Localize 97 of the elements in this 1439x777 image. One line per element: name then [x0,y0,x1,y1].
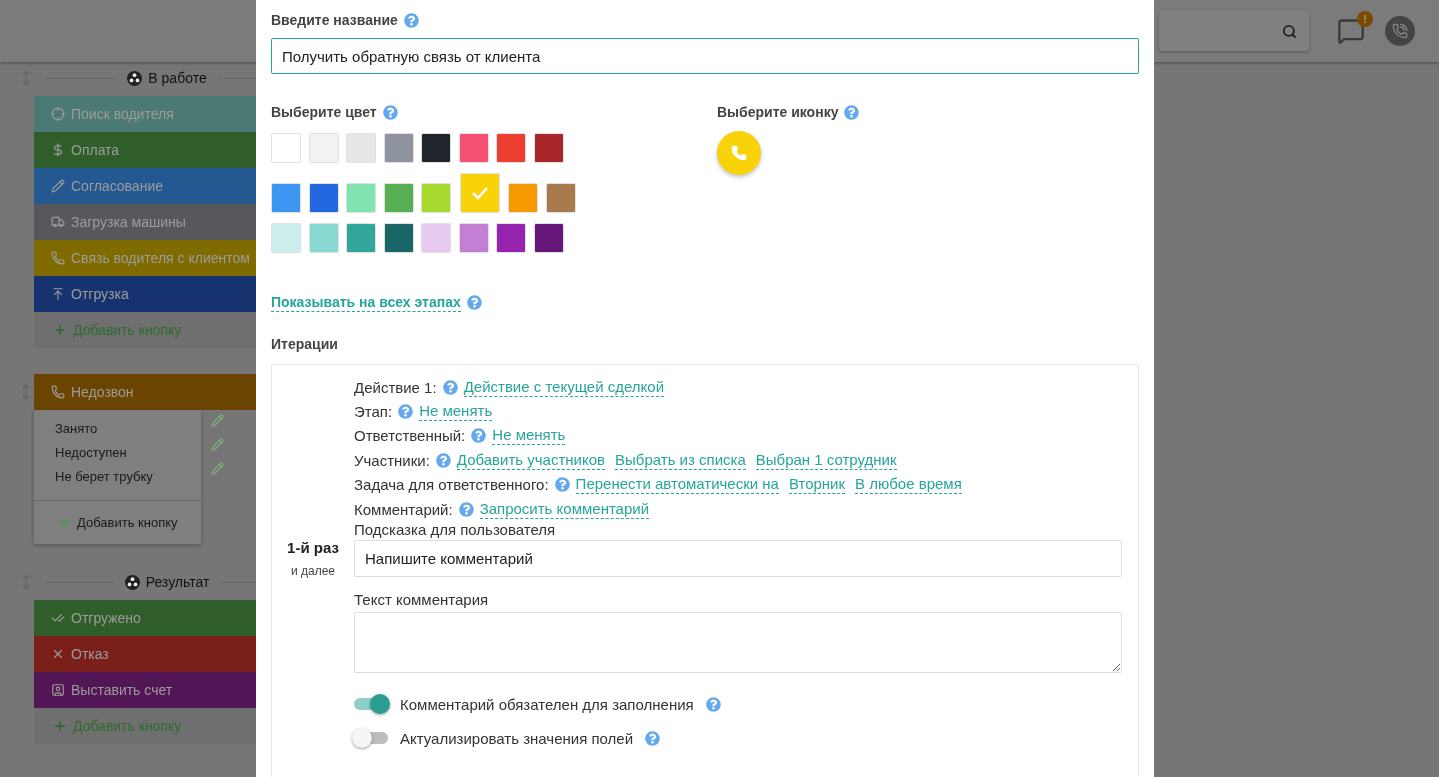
crosshair-icon [51,107,65,121]
field-label: Текст комментария [354,591,490,609]
setting-link[interactable]: Выбран 1 сотрудник [755,450,897,470]
color-swatch[interactable] [421,183,451,213]
add-button[interactable]: Добавить кнопку [34,500,201,544]
stage-title: В работе [148,70,207,86]
search-field[interactable] [1159,11,1309,51]
cross-icon [51,647,65,661]
help-icon[interactable] [705,696,721,712]
help-icon[interactable] [844,104,860,120]
color-swatch[interactable] [383,183,414,213]
setting-label: Действие 1: [354,378,437,396]
color-swatch[interactable] [545,183,576,213]
help-icon[interactable] [382,104,398,120]
notification-badge: ! [1357,11,1373,27]
color-swatch[interactable] [308,223,339,253]
help-icon[interactable] [435,452,451,468]
color-swatch[interactable] [271,133,301,163]
setting-link[interactable]: Выбрать из списка [615,450,746,470]
double-check-icon [51,611,65,625]
chat-icon[interactable] [1337,17,1365,45]
stage-dots-icon [124,574,140,590]
phone-call-button[interactable] [1385,16,1415,46]
color-swatch[interactable] [496,223,526,253]
icon-picker-button[interactable] [717,131,761,175]
stage-dots-icon [127,70,143,86]
help-icon[interactable] [645,730,661,746]
color-swatch[interactable] [308,183,339,213]
setting-link[interactable]: В любое время [855,475,962,495]
setting-label: Задача для ответственного: [354,476,549,494]
field-label: Выберите иконку [717,104,839,120]
setting-link[interactable]: Действие с текущей сделкой [463,377,665,397]
plus-icon [53,323,67,337]
pencil-icon [51,179,65,193]
help-icon[interactable] [471,428,487,444]
field-label: Введите название [271,12,398,28]
setting-label: Этап: [354,403,393,421]
setting-label: Комментарий: [354,500,453,518]
search-icon [1282,23,1297,39]
color-swatch[interactable] [383,223,414,253]
comment-textarea[interactable] [354,612,1122,674]
help-icon[interactable] [466,295,482,310]
color-swatch[interactable] [533,223,564,253]
pencil-icon[interactable] [211,462,224,475]
color-swatch[interactable] [346,183,376,213]
upload-arrow-icon [51,287,65,301]
toggle-label: Комментарий обязателен для заполнения [400,695,694,713]
truck-icon [51,215,65,229]
dropdown-option[interactable]: Не берет трубку [34,464,201,488]
show-all-stages-link[interactable]: Показывать на всех этапах [271,293,461,312]
color-swatch[interactable] [458,133,489,163]
color-swatch[interactable] [346,223,376,253]
color-swatch[interactable] [346,133,376,163]
phone-call-icon [1392,23,1408,39]
contact-card-icon [51,683,65,697]
check-icon [470,186,489,200]
help-icon[interactable] [398,404,414,420]
color-swatch[interactable] [496,133,526,163]
field-label: Подсказка для пользователя [354,521,557,539]
plus-icon [58,516,71,529]
setting-link[interactable]: Вторник [788,475,846,495]
iteration-ordinal: 1-й раз [287,539,339,556]
toggle-label: Актуализировать значения полей [400,729,634,747]
color-swatch[interactable] [508,183,538,213]
color-swatch[interactable] [421,223,451,253]
phone-icon [51,251,65,265]
help-icon[interactable] [403,12,419,28]
pencil-icon[interactable] [211,438,224,451]
setting-link[interactable]: Не менять [492,426,566,446]
plus-icon [53,719,67,733]
pencil-icon[interactable] [211,414,224,427]
color-swatch[interactable] [421,133,451,163]
setting-link[interactable]: Перенести автоматически на [575,475,779,495]
setting-link[interactable]: Запросить комментарий [479,499,650,519]
color-swatch[interactable] [308,133,339,163]
setting-link[interactable]: Не менять [419,402,493,422]
name-input[interactable]: Получить обратную связь от клиента [271,38,1139,74]
color-swatch[interactable] [459,173,500,213]
dollar-icon [51,143,65,157]
help-icon[interactable] [458,501,474,517]
color-swatch[interactable] [458,223,489,253]
setting-link[interactable]: Добавить участников [456,450,606,470]
phone-icon [731,145,747,161]
color-swatch[interactable] [383,133,414,163]
hint-input[interactable]: Напишите комментарий [354,540,1122,578]
color-swatch[interactable] [271,183,301,213]
help-icon[interactable] [442,379,458,395]
stage-title: Результат [145,574,210,590]
color-swatch[interactable] [533,133,564,163]
dropdown-option[interactable]: Недоступен [34,440,201,464]
setting-label: Ответственный: [354,427,466,445]
help-icon[interactable] [554,477,570,493]
color-swatch[interactable] [271,223,301,253]
phone-icon [51,385,65,399]
dropdown-option[interactable]: Занято [34,416,201,440]
iteration-note: и далее [290,564,336,578]
setting-label: Участники: [354,451,430,469]
